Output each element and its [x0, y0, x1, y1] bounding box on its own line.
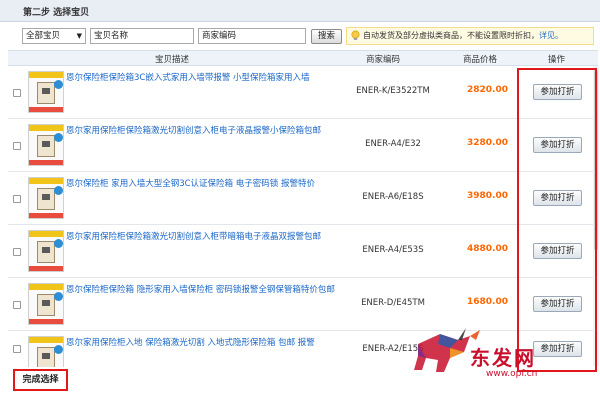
row-checkbox[interactable] [13, 89, 21, 97]
chevron-down-icon: ▼ [76, 32, 82, 40]
step-header: 第二步 选择宝贝 [0, 0, 600, 22]
product-thumbnail[interactable] [28, 336, 64, 367]
product-price: 4880.00 [467, 244, 508, 254]
merchant-code: ENER-A4/E53S [362, 245, 424, 255]
row-checkbox[interactable] [13, 195, 21, 203]
notice-details-link[interactable]: 详见。 [539, 31, 563, 40]
product-price: 3280.00 [467, 138, 508, 148]
row-checkbox[interactable] [13, 345, 21, 353]
merchant-code: ENER-A6/E18S [362, 192, 424, 202]
merchant-code-input[interactable]: 商家编码 [198, 28, 306, 44]
category-select[interactable]: 全部宝贝 ▼ [22, 28, 86, 44]
row-checkbox[interactable] [13, 248, 21, 256]
search-button[interactable]: 搜索 [311, 29, 342, 44]
product-thumbnail[interactable] [28, 177, 64, 219]
table-row: 恩尔家用保险柜保险箱激光切割创意入柜电子液晶报警小保险箱包邮 ENER-A4/E… [8, 119, 598, 172]
merchant-code: ENER-A4/E32 [365, 139, 421, 149]
category-select-value: 全部宝贝 [26, 31, 61, 41]
product-thumbnail[interactable] [28, 230, 64, 272]
complete-selection-button[interactable]: 完成选择 [13, 369, 68, 391]
product-price: 1680.00 [467, 297, 508, 307]
product-thumbnail[interactable] [28, 71, 64, 113]
lightbulb-icon [351, 30, 360, 40]
product-title-link[interactable]: 恩尔保险柜保险箱3C嵌入式家用入墙带报警 小型保险箱家用入墙 [66, 73, 336, 84]
header-action: 操作 [548, 55, 566, 65]
watermark-brand: 东发网 [470, 346, 536, 370]
product-thumbnail[interactable] [28, 124, 64, 166]
product-title-link[interactable]: 恩尔家用保险柜入地 保险箱激光切割 入地式隐形保险箱 包邮 报警 [66, 338, 336, 349]
header-merchant-code: 商家编码 [366, 55, 401, 65]
notice-text: 自动发货及部分虚拟类商品，不能设置限时折扣， [363, 31, 539, 40]
product-price: 3980.00 [467, 191, 508, 201]
table-row: 恩尔保险柜 家用入墙大型全钢3C认证保险箱 电子密码锁 报警特价 ENER-A6… [8, 172, 598, 225]
watermark-url: www.opf.cn [486, 369, 538, 379]
item-name-input[interactable]: 宝贝名称 [90, 28, 194, 44]
row-checkbox[interactable] [13, 142, 21, 150]
header-description: 宝贝描述 [155, 55, 190, 65]
row-checkbox[interactable] [13, 301, 21, 309]
merchant-code: ENER-D/E45TM [361, 298, 425, 308]
header-price: 商品价格 [463, 55, 498, 65]
product-title-link[interactable]: 恩尔家用保险柜保险箱激光切割创意入柜电子液晶报警小保险箱包邮 [66, 126, 336, 137]
table-row: 恩尔保险柜保险箱3C嵌入式家用入墙带报警 小型保险箱家用入墙 ENER-K/E3… [8, 66, 598, 119]
product-title-link[interactable]: 恩尔家用保险柜保险箱激光切割创意入柜带暗箱电子液晶双报警包邮 [66, 232, 336, 243]
product-thumbnail[interactable] [28, 283, 64, 325]
notice-banner: 自动发货及部分虚拟类商品，不能设置限时折扣，详见。 [346, 27, 594, 45]
table-row: 恩尔家用保险柜保险箱激光切割创意入柜带暗箱电子液晶双报警包邮 ENER-A4/E… [8, 225, 598, 278]
table-header: 宝贝描述 商家编码 商品价格 操作 [8, 50, 598, 66]
product-price: 2820.00 [467, 85, 508, 95]
step-title: 第二步 选择宝贝 [23, 8, 90, 18]
product-title-link[interactable]: 恩尔保险柜 家用入墙大型全钢3C认证保险箱 电子密码锁 报警特价 [66, 179, 336, 190]
merchant-code: ENER-K/E3522TM [356, 86, 430, 96]
product-title-link[interactable]: 恩尔保险柜保险箱 隐形家用入墙保险柜 密码锁报警全钢保管箱特价包邮 [66, 285, 336, 296]
